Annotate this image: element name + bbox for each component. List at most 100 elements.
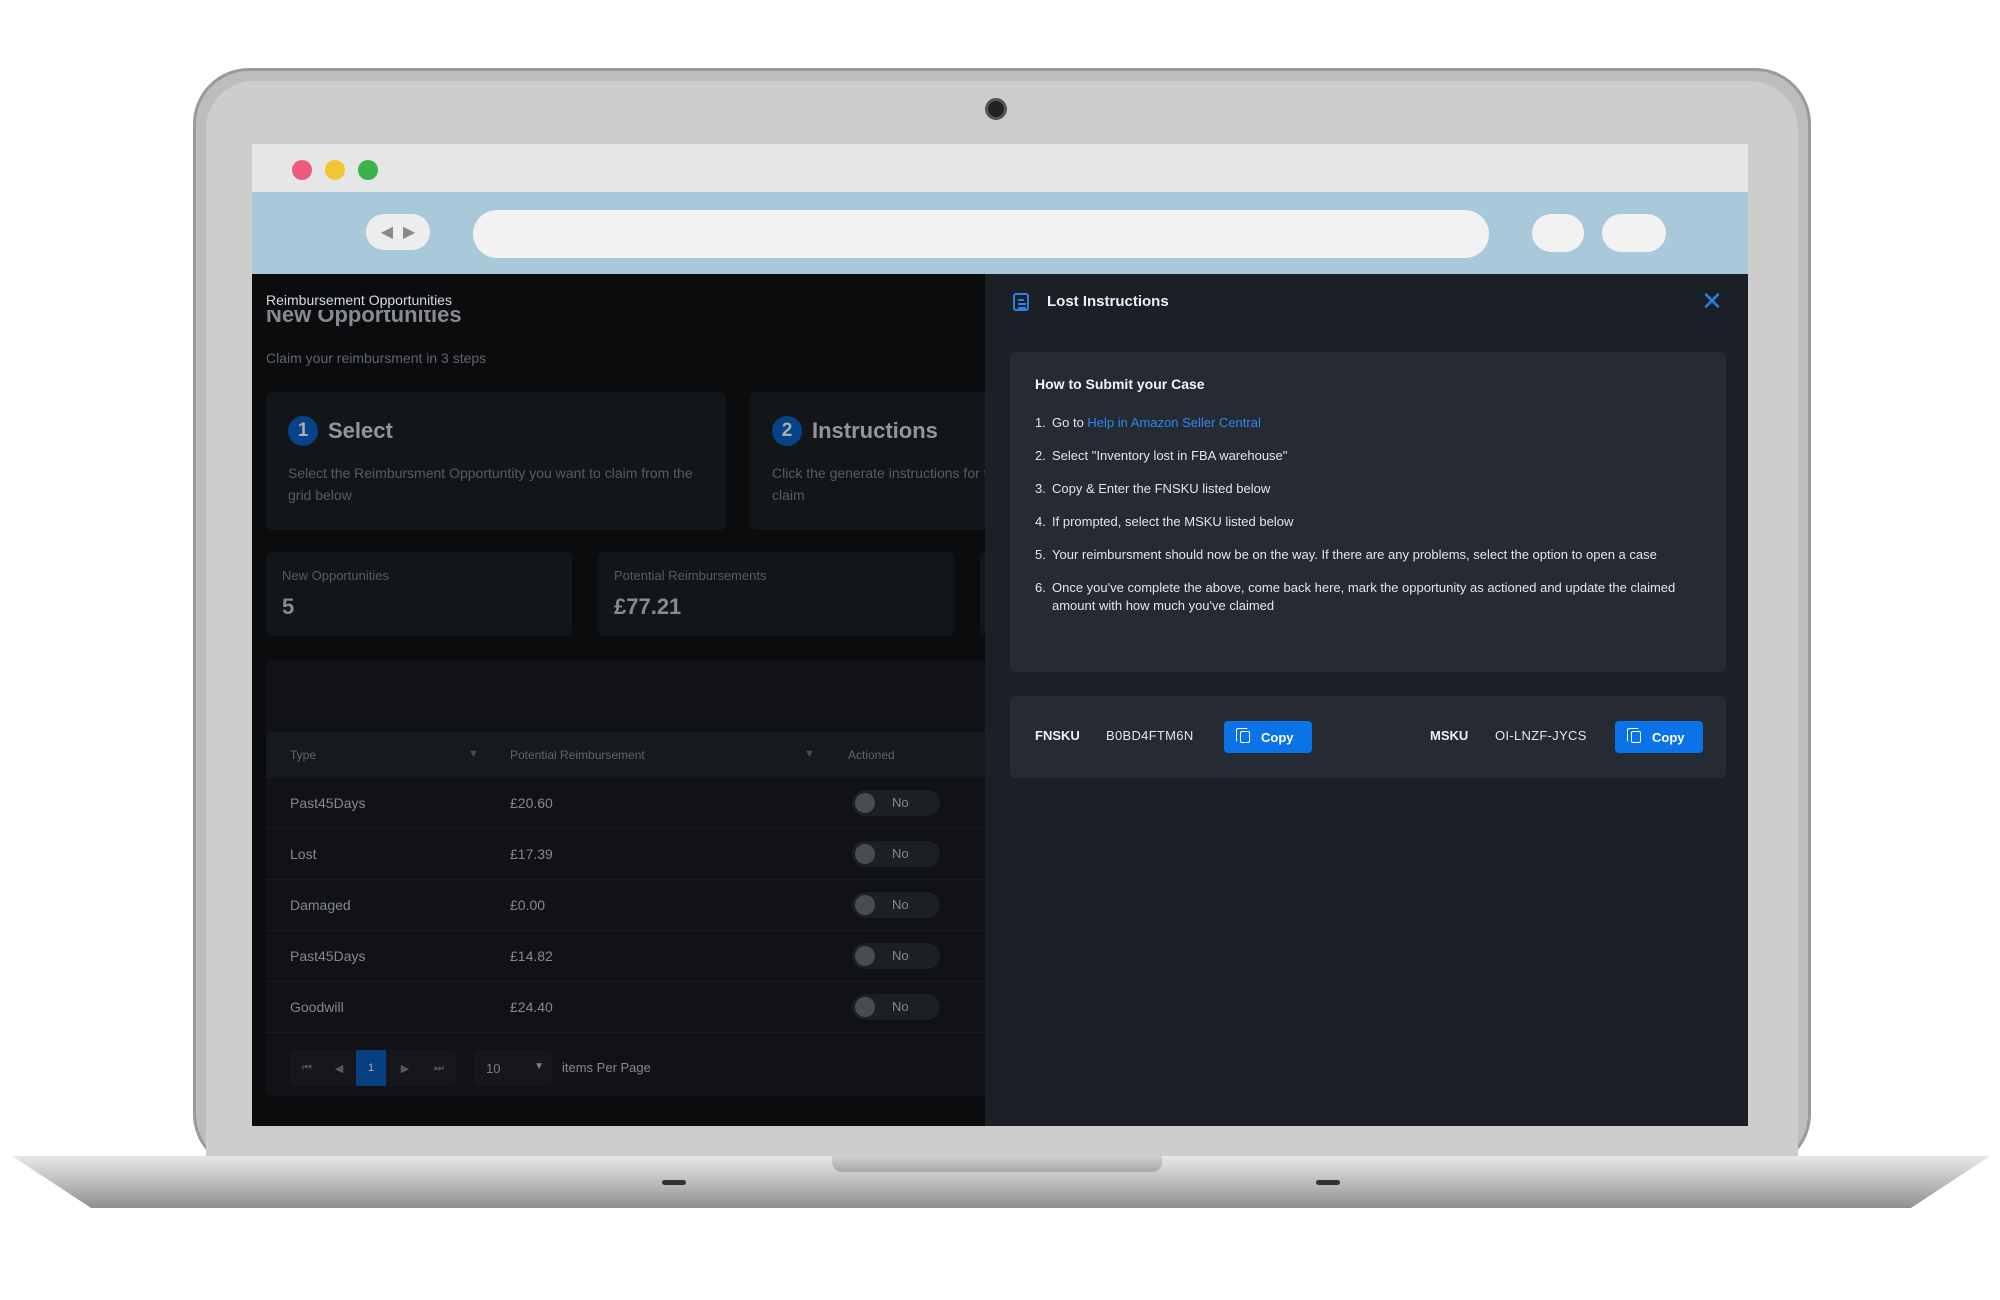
table-row[interactable]: Goodwill £24.40 No bbox=[266, 982, 985, 1033]
app-area: New Opportunities Claim your reimbursmen… bbox=[252, 274, 1748, 1126]
next-page-icon[interactable]: ▶ bbox=[390, 1050, 420, 1086]
copy-icon bbox=[1627, 728, 1641, 743]
step-number-badge: 1 bbox=[288, 416, 318, 446]
close-icon[interactable]: ✕ bbox=[1700, 288, 1724, 314]
step-index: 4. bbox=[1035, 514, 1046, 529]
breadcrumb: Reimbursement Opportunities bbox=[266, 292, 452, 308]
section-title: How to Submit your Case bbox=[1035, 376, 1205, 392]
actioned-toggle[interactable]: No bbox=[852, 994, 940, 1020]
filter-icon[interactable]: ▼ bbox=[468, 748, 480, 760]
sku-card: FNSKU B0BD4FTM6N Copy MSKU OI-LNZF-JYCS … bbox=[1010, 696, 1726, 778]
step-index: 6. bbox=[1035, 580, 1046, 595]
filter-icon[interactable]: ▼ bbox=[804, 748, 816, 760]
page-number-button[interactable]: 1 bbox=[356, 1050, 386, 1086]
step-card-select: 1 Select Select the Reimbursment Opportu… bbox=[266, 392, 726, 530]
cell-amount: £20.60 bbox=[510, 795, 553, 811]
kpi-value: £77.21 bbox=[614, 594, 682, 619]
back-forward-buttons[interactable]: ◀ ▶ bbox=[366, 214, 430, 250]
step-card-instructions: 2 Instructions Click the generate instru… bbox=[750, 392, 985, 530]
table-row[interactable]: Damaged £0.00 No bbox=[266, 880, 985, 931]
how-to-submit-card: How to Submit your Case 1. Go to Help in … bbox=[1010, 352, 1726, 672]
document-icon bbox=[1013, 293, 1029, 311]
copy-icon bbox=[1236, 728, 1250, 743]
step-title: Instructions bbox=[812, 418, 938, 443]
step-text: If prompted, select the MSKU listed belo… bbox=[1052, 514, 1294, 529]
kpi-value: 5 bbox=[282, 594, 295, 619]
items-per-page-select[interactable]: 10 ▼ bbox=[474, 1050, 552, 1086]
column-header-potential-reimbursement[interactable]: Potential Reimbursement bbox=[510, 748, 645, 762]
actioned-toggle[interactable]: No bbox=[852, 841, 940, 867]
toggle-knob bbox=[855, 844, 875, 864]
toggle-label: No bbox=[892, 897, 909, 912]
toolbar-button[interactable] bbox=[1532, 214, 1584, 252]
copy-button-label: Copy bbox=[1652, 730, 1685, 745]
cell-type: Past45Days bbox=[290, 795, 366, 811]
instruction-step: 1. Go to Help in Amazon Seller Central bbox=[1035, 414, 1705, 432]
msku-label: MSKU bbox=[1430, 728, 1469, 743]
kpi-new-opportunities: New Opportunities 5 bbox=[266, 552, 572, 636]
step-index: 1. bbox=[1035, 415, 1046, 430]
toggle-knob bbox=[855, 793, 875, 813]
back-arrow-icon[interactable]: ◀ bbox=[381, 222, 393, 242]
grid-header: Type ▼ Potential Reimbursement ▼ Actione… bbox=[266, 732, 985, 778]
browser-toolbar: ◀ ▶ bbox=[252, 192, 1748, 274]
cell-amount: £17.39 bbox=[510, 846, 553, 862]
step-title: Select bbox=[328, 418, 393, 443]
cell-amount: £0.00 bbox=[510, 897, 546, 913]
kpi-potential-reimbursements: Potential Reimbursements £77.21 bbox=[598, 552, 954, 636]
cell-amount: £14.82 bbox=[510, 948, 553, 964]
actioned-toggle[interactable]: No bbox=[852, 790, 940, 816]
address-bar[interactable] bbox=[473, 210, 1489, 258]
forward-arrow-icon[interactable]: ▶ bbox=[403, 222, 415, 242]
pagination: ⏮ ◀ 1 ▶ ⏭ bbox=[290, 1050, 456, 1086]
first-page-icon[interactable]: ⏮ bbox=[292, 1050, 322, 1086]
table-row[interactable]: Lost £17.39 No bbox=[266, 829, 985, 880]
table-row[interactable]: Past45Days £20.60 No bbox=[266, 778, 985, 829]
drawer-title: Lost Instructions bbox=[1047, 293, 1169, 310]
step-description: Select the Reimbursment Opportuntity you… bbox=[288, 465, 693, 503]
last-page-icon[interactable]: ⏭ bbox=[424, 1050, 454, 1086]
maximize-window-button[interactable] bbox=[358, 160, 378, 180]
prev-page-icon[interactable]: ◀ bbox=[324, 1050, 354, 1086]
minimize-window-button[interactable] bbox=[325, 160, 345, 180]
cell-type: Goodwill bbox=[290, 999, 344, 1015]
step-text: Copy & Enter the FNSKU listed below bbox=[1052, 481, 1271, 496]
cell-type: Past45Days bbox=[290, 948, 366, 964]
step-index: 2. bbox=[1035, 448, 1046, 463]
lost-instructions-drawer: Lost Instructions ✕ How to Submit your C… bbox=[985, 274, 1748, 1126]
laptop-foot bbox=[662, 1180, 686, 1185]
instruction-step: 6. Once you've complete the above, come b… bbox=[1035, 579, 1705, 615]
step-text: Once you've complete the above, come bac… bbox=[1052, 580, 1676, 613]
column-header-type[interactable]: Type bbox=[290, 748, 316, 762]
copy-msku-button[interactable]: Copy bbox=[1615, 721, 1703, 753]
instruction-step: 5. Your reimbursment should now be on the… bbox=[1035, 546, 1705, 564]
actioned-toggle[interactable]: No bbox=[852, 943, 940, 969]
toggle-knob bbox=[855, 997, 875, 1017]
laptop-notch bbox=[832, 1156, 1162, 1172]
page-subtitle: Claim your reimbursment in 3 steps bbox=[266, 350, 487, 366]
toggle-label: No bbox=[892, 999, 909, 1014]
table-row[interactable]: Past45Days £14.82 No bbox=[266, 931, 985, 982]
instruction-step: 3. Copy & Enter the FNSKU listed below bbox=[1035, 480, 1705, 498]
cell-amount: £24.40 bbox=[510, 999, 553, 1015]
page-title: New Opportunities bbox=[266, 310, 462, 326]
step-index: 3. bbox=[1035, 481, 1046, 496]
webcam-icon bbox=[985, 98, 1007, 120]
laptop-foot bbox=[1316, 1180, 1340, 1185]
seller-central-help-link[interactable]: Help in Amazon Seller Central bbox=[1087, 415, 1260, 430]
copy-button-label: Copy bbox=[1261, 730, 1294, 745]
copy-fnsku-button[interactable]: Copy bbox=[1224, 721, 1312, 753]
items-per-page-value: 10 bbox=[486, 1061, 501, 1076]
toggle-label: No bbox=[892, 795, 909, 810]
actioned-toggle[interactable]: No bbox=[852, 892, 940, 918]
toggle-knob bbox=[855, 946, 875, 966]
toolbar-button[interactable] bbox=[1602, 214, 1666, 252]
fnsku-label: FNSKU bbox=[1035, 728, 1080, 743]
kpi-label: Potential Reimbursements bbox=[614, 568, 767, 583]
instruction-step: 2. Select "Inventory lost in FBA warehous… bbox=[1035, 447, 1705, 465]
toggle-label: No bbox=[892, 948, 909, 963]
step-text: Your reimbursment should now be on the w… bbox=[1052, 547, 1657, 562]
toggle-knob bbox=[855, 895, 875, 915]
close-window-button[interactable] bbox=[292, 160, 312, 180]
column-header-actioned[interactable]: Actioned bbox=[848, 748, 895, 762]
